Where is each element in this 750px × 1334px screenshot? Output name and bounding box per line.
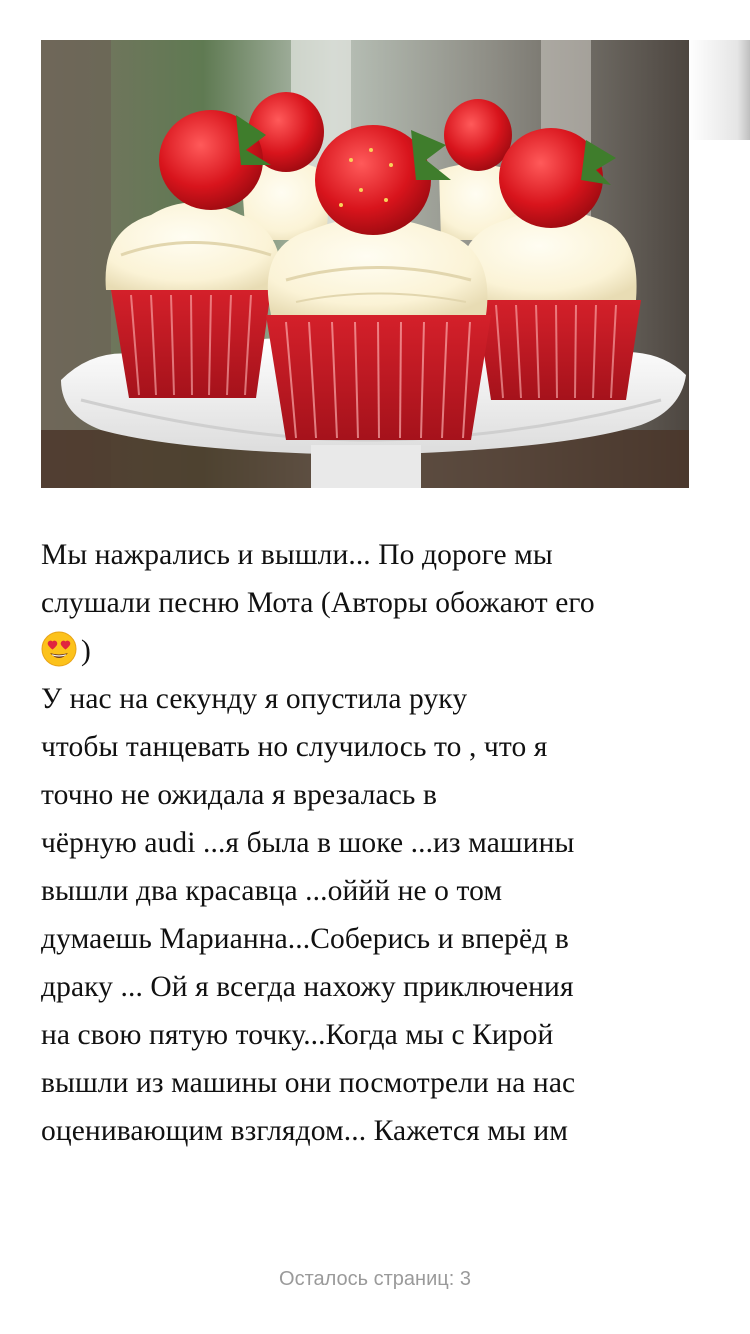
story-line: чёрную audi ...я была в шоке ...из машин… [41, 827, 575, 859]
story-text: Мы нажрались и вышли... По дороге мы слу… [41, 531, 701, 1155]
page-edge-shadow [688, 40, 750, 140]
story-line: оценивающим взглядом... Кажется мы им [41, 1115, 569, 1147]
story-image [41, 40, 689, 488]
pages-remaining: Осталось страниц: 3 [0, 1268, 750, 1291]
story-line: драку ... Ой я всегда нахожу приключения [41, 971, 574, 1003]
pages-remaining-count: 3 [459, 1268, 471, 1290]
story-line: думаешь Марианна...Соберись и вперёд в [41, 923, 569, 955]
pages-remaining-label: Осталось страниц: [279, 1268, 455, 1290]
story-line: ) [41, 627, 701, 675]
story-line: вышли из машины они посмотрели на нас [41, 1067, 576, 1099]
story-line: слушали песню Мота (Авторы обожают его [41, 587, 595, 619]
heart-eyes-emoji-icon [41, 631, 77, 667]
story-line: ) [81, 635, 91, 667]
story-line: на свою пятую точку...Когда мы с Кирой [41, 1019, 554, 1051]
story-line: Мы нажрались и вышли... По дороге мы [41, 539, 553, 571]
story-line: чтобы танцевать но случилось то , что я [41, 731, 548, 763]
story-line: У нас на секунду я опустила руку [41, 683, 468, 715]
story-line: точно не ожидала я врезалась в [41, 779, 437, 811]
cupcakes-illustration [41, 40, 689, 488]
story-line: вышли два красавца ...оййй не о том [41, 875, 503, 907]
